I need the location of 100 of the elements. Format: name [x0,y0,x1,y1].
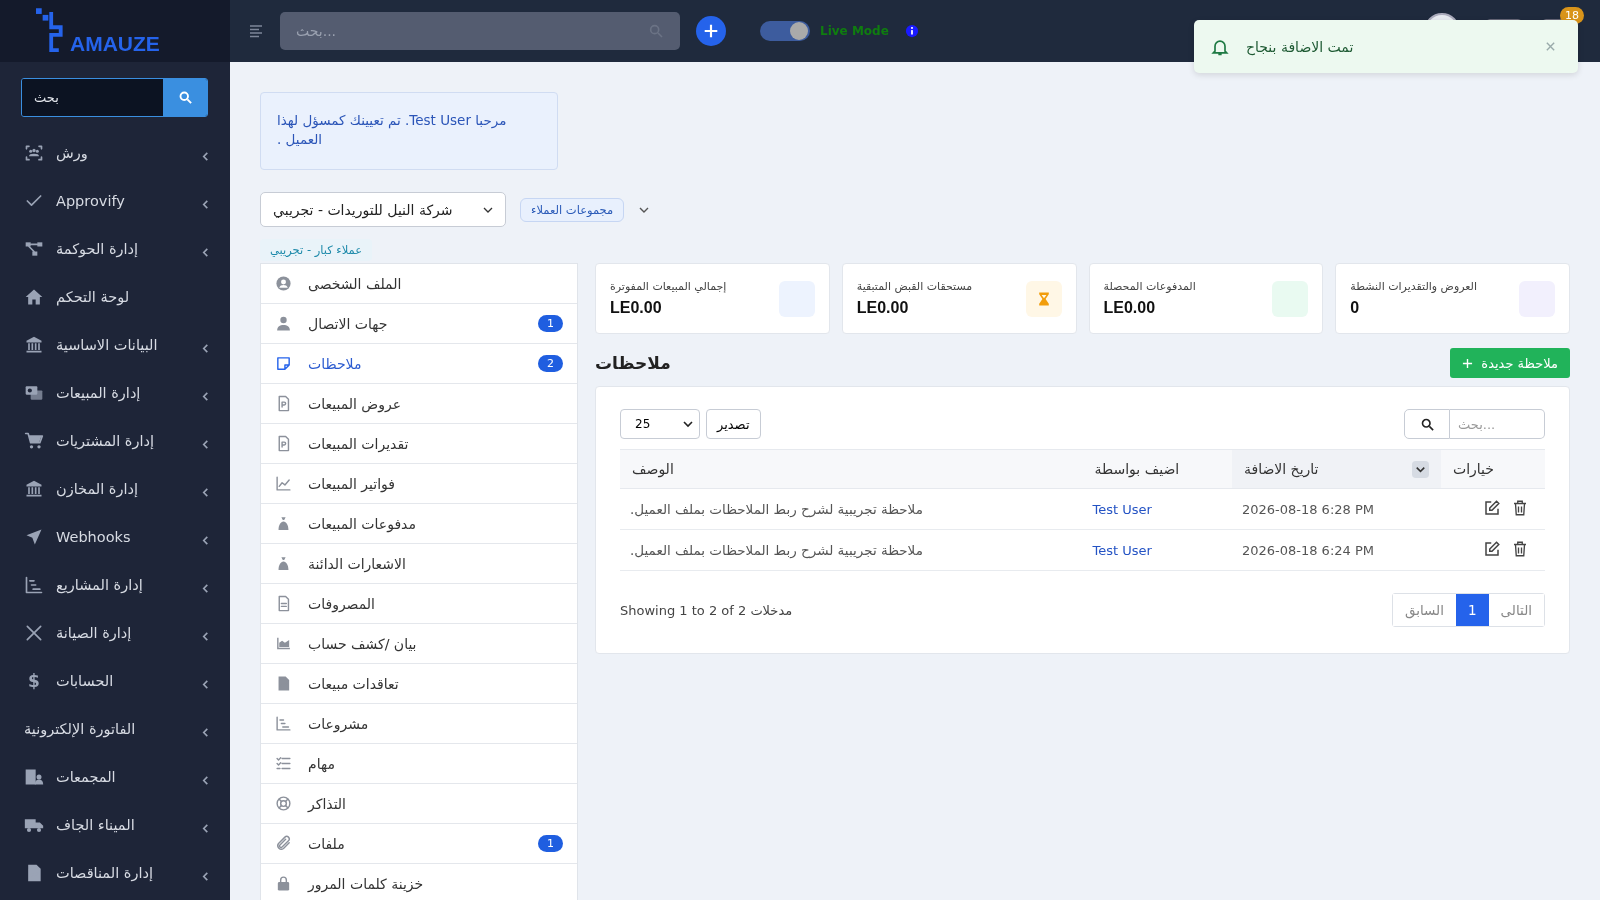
customer-menu-item[interactable]: الملف الشخصى [261,264,577,304]
count-badge: 1 [538,315,563,332]
sidebar-item[interactable]: $ الحسابات [0,657,230,705]
table-cell: ملاحظة تجريبية لشرح ربط الملاحظات بملف العميل. [620,488,1083,530]
sidebar-label: الميناء الجاف [56,817,136,833]
sidebar-item[interactable]: إدارة الصيانة [0,609,230,657]
customer-menu-item[interactable]: مهام [261,744,577,784]
sidebar-label: إدارة الصيانة [56,625,133,641]
stat-value: LE0.00 [610,299,663,317]
sidebar-item[interactable]: الميناء الجاف [0,801,230,849]
sidebar-label: Webhooks [56,529,132,545]
toast-message: تمت الاضافة بنجاح [1246,38,1354,55]
menu-icon[interactable] [248,23,264,39]
sidebar-item[interactable]: إدارة الحوكمة [0,225,230,273]
hierarchy-icon [24,239,44,259]
add-button[interactable] [696,16,726,46]
plus-icon [1462,357,1474,369]
customer-menu-item[interactable]: تعاقدات مبيعات [261,664,577,704]
sidebar-label: الفاتورة الإلكترونية [24,721,137,737]
delete-icon[interactable] [1511,539,1529,558]
column-header[interactable]: تاريخ الاضافة [1231,449,1441,489]
sidebar-label: البيانات الاساسية [56,337,159,353]
cart-icon [24,431,44,451]
customer-select[interactable]: شركة النيل للتوريدات - تجريبي [260,192,506,227]
delete-icon[interactable] [1511,498,1529,517]
sidebar-item[interactable]: ورش [0,129,230,177]
sidebar-label: إدارة المشتريات [56,433,155,449]
stat-label: إجمالي المبيعات المفوترة [610,280,728,293]
sidebar-label: Approvify [56,193,126,209]
cash-icon [24,383,44,403]
sidebar-item[interactable]: الفاتورة الإلكترونية [0,705,230,753]
sidebar-item[interactable]: إدارة المناقصات [0,849,230,897]
customer-menu-item[interactable]: مدفوعات المبيعات [261,504,577,544]
export-button[interactable]: تصدير [706,409,761,439]
steps-chart-icon [275,715,292,732]
customer-menu-item[interactable]: عروض المبيعات [261,384,577,424]
column-header[interactable]: خيارات [1441,449,1545,489]
customer-menu-item[interactable]: خزينة كلمات المرور [261,864,577,900]
column-header[interactable]: الوصف [620,449,1083,489]
lock-icon [275,875,292,892]
sidebar-item[interactable]: لوحة التحكم [0,273,230,321]
bank-icon [24,335,44,355]
page-size-select[interactable]: 25 [620,409,700,439]
customer-menu-item[interactable]: بيان /كشف حساب [261,624,577,664]
search-icon [1419,416,1435,432]
sidebar-item[interactable]: البيانات الاساسية [0,321,230,369]
search-icon [648,23,664,39]
user-link[interactable]: Test User [1092,501,1152,517]
sidebar-item[interactable]: إدارة المبيعات [0,369,230,417]
user-circle-icon [275,275,292,292]
line-chart-icon [275,475,292,492]
edit-icon[interactable] [1482,498,1501,517]
customer-menu-item[interactable]: تقديرات المبيعات [261,424,577,464]
live-mode-toggle[interactable] [760,21,810,41]
stat-label: العروض والتقديرات النشطة [1350,280,1479,293]
building-icon [24,767,44,787]
count-badge: 1 [538,835,563,852]
section-title: ملاحظات [595,353,671,373]
user-link[interactable]: Test User [1092,542,1152,558]
sidebar-item[interactable]: إدارة المشاريع [0,561,230,609]
sidebar-label: الحسابات [56,673,115,689]
sidebar-item[interactable]: Approvify [0,177,230,225]
bank-icon [24,479,44,499]
area-chart-icon [275,635,292,652]
chevron-down-icon [683,419,693,429]
sidebar-label: إدارة المشاريع [56,577,144,593]
customer-menu-item[interactable]: الاشعارات الدائنة [261,544,577,584]
checklist-icon [275,755,292,772]
table-cell: 2026-08-18 6:28 PM [1231,488,1441,530]
note-icon [275,355,292,372]
sidebar-label: لوحة التحكم [56,289,131,305]
count-badge: 2 [538,355,563,372]
customer-menu-item[interactable]: المصروفات [261,584,577,624]
page-button[interactable]: 1 [1456,594,1489,626]
sidebar-label: المجمعات [56,769,117,785]
table-search-field[interactable]: ...بحث [1450,409,1545,439]
search-field[interactable]: ...بحث [280,12,680,50]
sidebar-item[interactable]: Webhooks [0,513,230,561]
stat-label: المدفوعات المحصلة [1103,280,1197,293]
paperclip-icon [275,835,292,852]
dollar-icon: $ [24,671,44,691]
customer-menu-item[interactable]: التذاكر [261,784,577,824]
steps-chart-icon [24,575,44,595]
customer-menu-item[interactable]: فواتير المبيعات [261,464,577,504]
stat-value: LE0.00 [856,299,910,317]
stat-value: 0 [1350,299,1361,317]
plus-icon [702,22,720,40]
info-icon[interactable] [904,24,919,38]
send-icon [24,527,44,547]
sort-icon[interactable] [1412,460,1429,478]
column-header[interactable]: اضيف بواسطة [1082,449,1232,489]
sidebar-item[interactable]: إدارة المخازن [0,465,230,513]
sidebar-item[interactable]: إدارة المشتريات [0,417,230,465]
customer-groups-button[interactable]: مجموعات العملاء [520,197,625,222]
edit-icon[interactable] [1482,539,1501,558]
customer-menu-item[interactable]: مشروعات [261,704,577,744]
sidebar-item[interactable]: المجمعات [0,753,230,801]
home-icon [24,287,44,307]
sidebar-label: إدارة المبيعات [56,385,142,401]
entries-summary: Showing 1 to 2 of 2 مدخلات [620,602,793,618]
